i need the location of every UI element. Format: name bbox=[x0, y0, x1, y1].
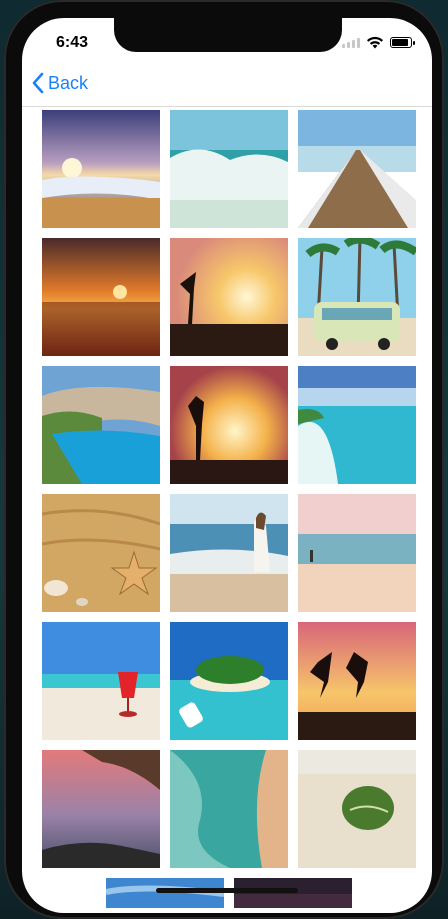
photo-thumbnail[interactable] bbox=[298, 110, 416, 228]
back-label: Back bbox=[48, 72, 89, 93]
home-indicator[interactable] bbox=[156, 888, 298, 893]
chevron-left-icon bbox=[32, 72, 44, 94]
photo-thumbnail[interactable] bbox=[42, 750, 160, 868]
screen: 6:43 Back bbox=[22, 18, 432, 913]
battery-icon bbox=[390, 37, 415, 48]
photo-grid bbox=[22, 108, 432, 908]
photo-thumbnail[interactable] bbox=[298, 750, 416, 868]
photo-thumbnail[interactable] bbox=[298, 366, 416, 484]
photo-thumbnail[interactable] bbox=[170, 238, 288, 356]
photo-thumbnail[interactable] bbox=[42, 110, 160, 228]
photo-thumbnail[interactable] bbox=[170, 622, 288, 740]
phone-frame: 6:43 Back bbox=[4, 0, 444, 919]
status-time: 6:43 bbox=[56, 34, 89, 51]
photo-thumbnail[interactable] bbox=[298, 494, 416, 612]
photo-thumbnail[interactable] bbox=[42, 494, 160, 612]
photo-thumbnail[interactable] bbox=[42, 238, 160, 356]
wifi-icon bbox=[367, 36, 383, 49]
photo-thumbnail[interactable] bbox=[42, 366, 160, 484]
photo-thumbnail[interactable] bbox=[298, 622, 416, 740]
back-button[interactable]: Back bbox=[32, 72, 88, 94]
photo-thumbnail[interactable] bbox=[170, 494, 288, 612]
cellular-signal-icon bbox=[342, 37, 360, 48]
navigation-bar: Back bbox=[22, 66, 432, 107]
photo-thumbnail[interactable] bbox=[298, 238, 416, 356]
photo-thumbnail[interactable] bbox=[170, 750, 288, 868]
photo-thumbnail[interactable] bbox=[170, 366, 288, 484]
notch bbox=[114, 18, 342, 52]
photo-thumbnail[interactable] bbox=[106, 878, 224, 908]
photo-thumbnail[interactable] bbox=[170, 110, 288, 228]
photo-thumbnail[interactable] bbox=[42, 622, 160, 740]
status-icons bbox=[342, 36, 415, 49]
photo-thumbnail[interactable] bbox=[234, 878, 352, 908]
